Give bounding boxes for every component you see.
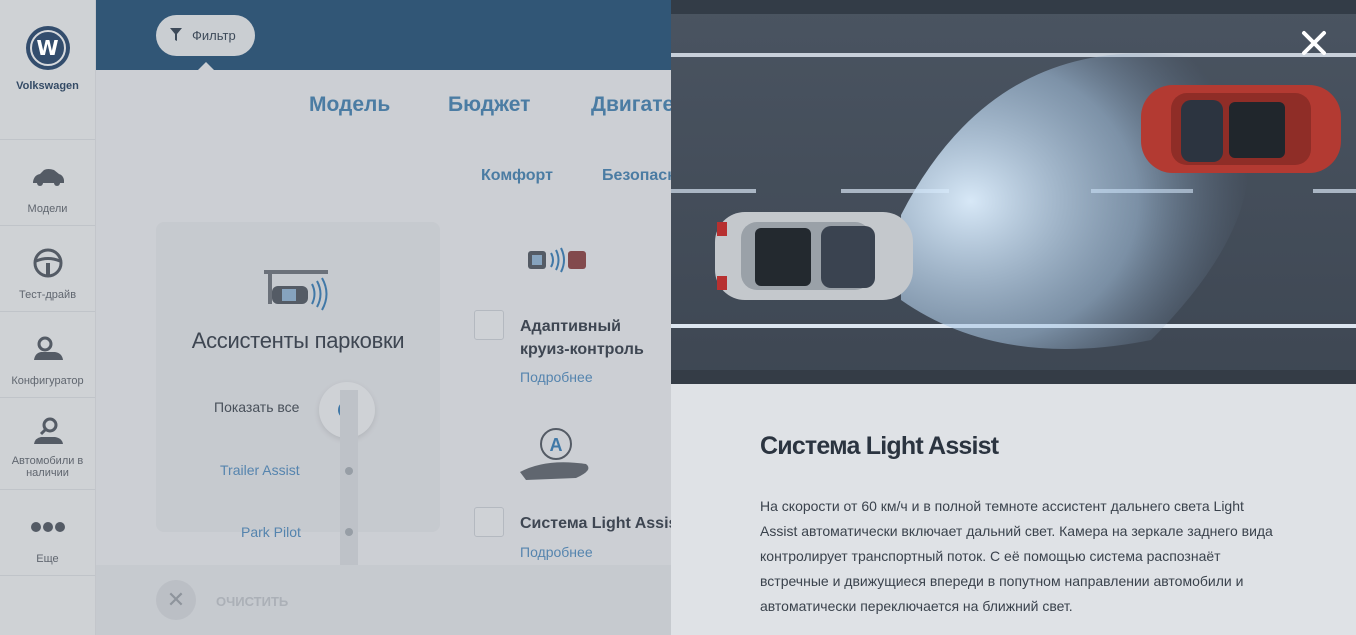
sidebar-item-label: Автомобили в наличии [11,455,84,479]
light-assist-icon: A [520,428,589,480]
feature-detail-modal: Система Light Assist На скорости от 60 к… [671,0,1356,635]
tab-budget[interactable]: Бюджет [448,93,530,117]
svg-text:A: A [550,435,563,455]
close-x-icon: ✕ [166,587,186,612]
car-search-icon [33,417,63,444]
clear-label[interactable]: ОЧИСТИТЬ [216,594,288,609]
sidebar-item-test-drive[interactable]: Тест-драйв [0,226,95,312]
adaptive-cruise-icon [528,247,586,273]
more-link-adaptive-cruise[interactable]: Подробнее [520,369,593,385]
checkbox-adaptive-cruise[interactable] [474,310,504,340]
parking-assist-card: Ассистенты парковки Показать все [156,222,440,532]
modal-description: На скорости от 60 км/ч и в полной темнот… [760,498,1273,614]
light-assist-illustration [671,0,1356,384]
sidebar-item-more[interactable]: Еще [0,490,95,576]
sidebar-item-label: Конфигуратор [11,375,84,387]
sidebar-item-models[interactable]: Модели [0,140,95,226]
bottom-bar: ✕ ОЧИСТИТЬ [96,565,671,635]
more-dots-icon [30,522,65,532]
car-icon [32,169,64,186]
funnel-icon [170,28,182,41]
sidebar: W Volkswagen Модели Тест-драйв Конфигура… [0,0,96,635]
vw-logo-icon: W [25,26,70,70]
main-tabs: Модель Бюджет Двигатель [96,93,700,123]
feature-title-light-assist: Система Light Assist [520,515,683,532]
parking-sensor-icon [264,270,328,311]
modal-title: Система Light Assist [760,432,999,460]
filter-panel: Фильтр Модель Бюджет Двигатель Комфорт Б… [96,0,713,635]
filter-button[interactable]: Фильтр [156,15,255,56]
clear-button[interactable]: ✕ [156,580,196,620]
brand-name: Volkswagen [16,80,79,92]
sidebar-item-configurator[interactable]: Конфигуратор [0,312,95,398]
sidebar-item-label: Модели [27,203,68,215]
slider-track[interactable] [340,390,358,565]
sidebar-item-label: Тест-драйв [18,289,77,301]
subtab-comfort[interactable]: Комфорт [481,167,553,185]
tab-model[interactable]: Модель [309,93,390,117]
sidebar-item-in-stock[interactable]: Автомобили в наличии [0,398,95,490]
feature-title-adaptive-cruise: Адаптивный круиз-контроль [520,318,644,358]
option-trailer-assist[interactable]: Trailer Assist [220,462,300,478]
checkbox-light-assist[interactable] [474,507,504,537]
close-icon[interactable] [1299,28,1329,58]
filter-caret [198,62,214,70]
sidebar-item-label: Еще [36,553,59,565]
brand-logo-link[interactable]: W Volkswagen [0,26,95,140]
steering-wheel-icon [33,248,62,278]
option-park-pilot[interactable]: Park Pilot [241,524,301,540]
car-gear-icon [33,336,63,360]
slider-stop[interactable] [345,528,353,536]
more-link-light-assist[interactable]: Подробнее [520,544,593,560]
card-title: Ассистенты парковки [191,328,405,353]
show-all-label: Показать все [214,399,300,415]
top-bar: Фильтр [96,0,671,70]
slider-stop[interactable] [345,467,353,475]
filter-button-label: Фильтр [192,28,236,43]
